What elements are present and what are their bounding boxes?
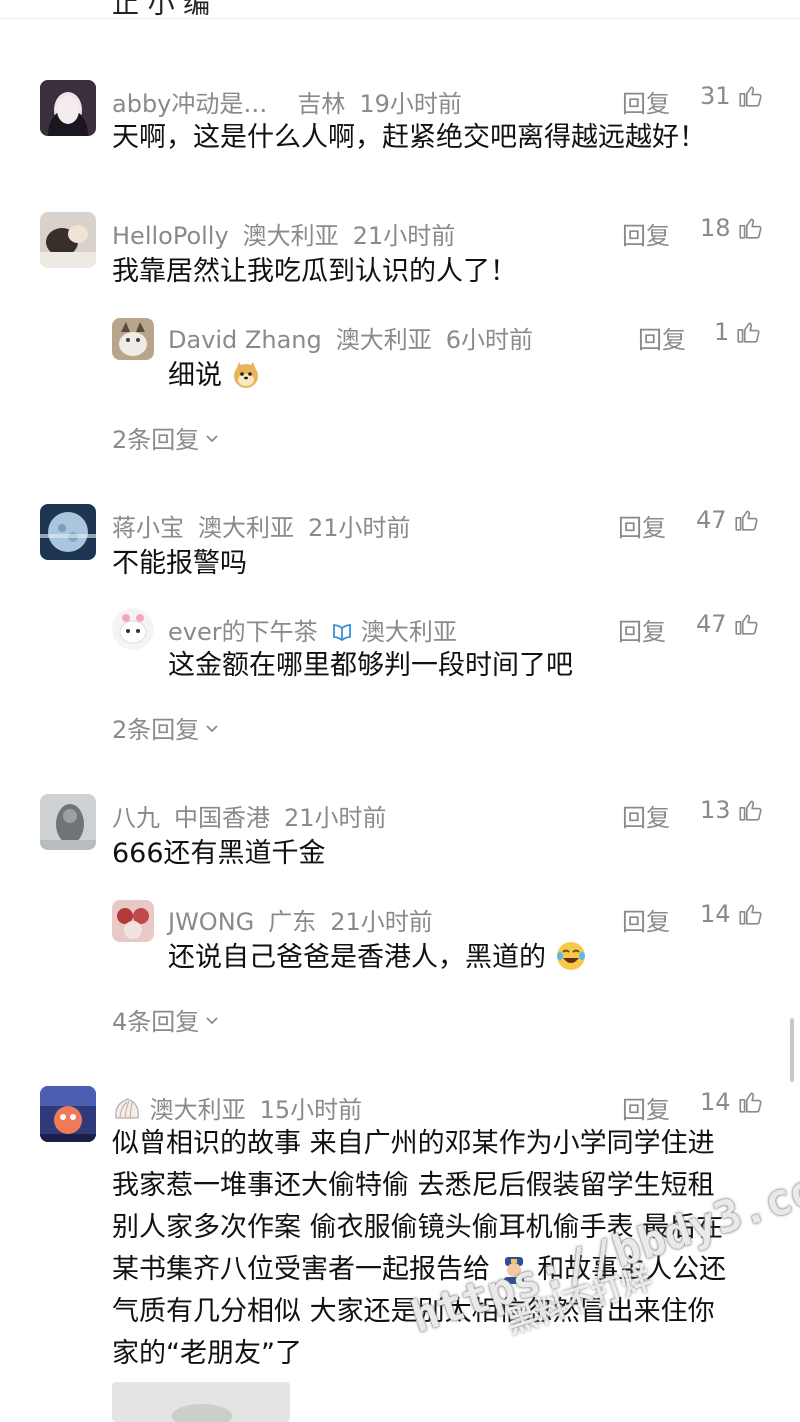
chevron-down-icon: [206, 1016, 218, 1024]
avatar-bajiu[interactable]: [40, 794, 96, 850]
username[interactable]: 八九: [112, 804, 160, 832]
like-button[interactable]: 47: [696, 506, 759, 534]
like-button[interactable]: 18: [700, 214, 763, 242]
like-count: 18: [700, 214, 731, 242]
username[interactable]: HelloPolly: [112, 222, 229, 250]
like-count: 31: [700, 82, 731, 110]
verified-badge-icon: [333, 624, 352, 642]
doge-emoji-icon: [233, 362, 258, 388]
thumbs-up-icon: [734, 614, 758, 635]
expand-replies-label: 2条回复: [112, 426, 200, 454]
reply-button[interactable]: 回复: [622, 216, 670, 251]
comment-meta: HelloPolly 澳大利亚 21小时前: [112, 216, 455, 251]
thumbs-up-icon: [738, 904, 762, 925]
expand-replies-label: 2条回复: [112, 716, 200, 744]
reply-meta: JWONG 广东 21小时前: [168, 902, 433, 937]
like-button[interactable]: 14: [700, 1088, 763, 1116]
location: 中国香港: [174, 804, 270, 832]
username[interactable]: David Zhang: [168, 326, 322, 354]
avatar-ever[interactable]: [112, 608, 154, 650]
like-button[interactable]: 47: [696, 610, 759, 638]
chevron-down-icon: [206, 724, 218, 732]
reply-button[interactable]: 回复: [638, 320, 686, 355]
avatar-hellopolly[interactable]: [40, 212, 96, 268]
avatar-david-zhang[interactable]: [112, 318, 154, 360]
comment-image-thumbnail[interactable]: [112, 1382, 290, 1422]
location: 澳大利亚: [149, 1096, 246, 1124]
scrollbar[interactable]: [790, 1018, 794, 1082]
location: 澳大利亚: [198, 514, 294, 542]
like-button[interactable]: 1: [714, 318, 761, 346]
username[interactable]: JWONG: [168, 908, 254, 936]
reply-button[interactable]: 回复: [622, 84, 670, 119]
timestamp: 21小时前: [330, 908, 433, 936]
reply-meta: ever的下午茶 澳大利亚: [168, 612, 457, 647]
comment-meta: 澳大利亚 15小时前: [112, 1090, 362, 1125]
thumbs-up-icon: [738, 218, 762, 239]
expand-replies-button[interactable]: 4条回复: [112, 1002, 221, 1037]
reply-meta: David Zhang 澳大利亚 6小时前: [168, 320, 533, 355]
thumbs-up-icon: [738, 86, 762, 107]
like-button[interactable]: 31: [700, 82, 763, 110]
reply-button[interactable]: 回复: [622, 1090, 670, 1125]
like-button[interactable]: 14: [700, 900, 763, 928]
timestamp: 19小时前: [359, 90, 462, 118]
avatar-jwong[interactable]: [112, 900, 154, 942]
username[interactable]: abby冲动是…: [112, 90, 267, 118]
comment-text: 天啊，这是什么人啊，赶紧绝交吧离得越远越好！: [112, 122, 706, 153]
comment-line: 家的“老朋友”了: [112, 1338, 302, 1369]
avatar-shell-user[interactable]: [40, 1086, 96, 1142]
thumbs-up-icon: [737, 322, 760, 343]
username[interactable]: 蒋小宝: [112, 514, 184, 542]
reply-button[interactable]: 回复: [618, 508, 666, 543]
reply-text: 细说: [168, 356, 261, 396]
comment-text: 我靠居然让我吃瓜到认识的人了！: [112, 256, 517, 287]
thumbs-up-icon: [738, 800, 762, 821]
reply-button[interactable]: 回复: [618, 612, 666, 647]
location: 澳大利亚: [360, 618, 457, 646]
reply-text-content: 细说: [168, 360, 222, 391]
expand-replies-button[interactable]: 2条回复: [112, 710, 221, 745]
reply-text-content: 还说自己爸爸是香港人，黑道的: [168, 942, 546, 973]
thumbs-up-icon: [738, 1092, 762, 1113]
comment-line: 我家惹一堆事还大偷特偷 去悉尼后假装留学生短租: [112, 1170, 715, 1201]
laughing-tears-emoji-icon: [556, 942, 585, 970]
reply-text: 这金额在哪里都够判一段时间了吧: [168, 650, 573, 681]
chevron-down-icon: [206, 434, 218, 442]
like-count: 1: [714, 318, 730, 346]
like-count: 47: [696, 506, 727, 534]
like-count: 14: [700, 1088, 731, 1116]
avatar-abby[interactable]: [40, 80, 96, 136]
timestamp: 21小时前: [308, 514, 411, 542]
reply-text: 还说自己爸爸是香港人，黑道的: [168, 938, 587, 978]
comment-meta: 八九 中国香港 21小时前: [112, 798, 387, 833]
timestamp: 15小时前: [259, 1096, 363, 1124]
comment-text: 不能报警吗: [112, 548, 247, 579]
username[interactable]: ever的下午茶: [168, 618, 318, 646]
location: 澳大利亚: [242, 222, 339, 250]
like-count: 13: [700, 796, 731, 824]
thumbs-up-icon: [734, 510, 758, 531]
expand-replies-button[interactable]: 2条回复: [112, 420, 221, 455]
location: 广东: [268, 908, 317, 936]
location: 澳大利亚: [335, 326, 432, 354]
seashell-icon: [115, 1098, 139, 1119]
avatar-jiang-xiaobao[interactable]: [40, 504, 96, 560]
timestamp: 6小时前: [445, 326, 534, 354]
like-count: 47: [696, 610, 727, 638]
location: 吉林: [297, 90, 346, 118]
comment-line-part: 某书集齐八位受害者一起报告给: [112, 1254, 490, 1285]
comment-text: 666还有黑道千金: [112, 838, 326, 869]
comment-meta: abby冲动是… 吉林 19小时前: [112, 84, 462, 119]
timestamp: 21小时前: [352, 222, 456, 250]
comment-line: 似曾相识的故事 来自广州的邓某作为小学同学住进: [112, 1128, 715, 1159]
reply-button[interactable]: 回复: [622, 902, 670, 937]
previous-comment-fragment: 止 小 编: [112, 0, 211, 20]
comment-meta: 蒋小宝 澳大利亚 21小时前: [112, 508, 411, 543]
timestamp: 21小时前: [284, 804, 387, 832]
like-button[interactable]: 13: [700, 796, 763, 824]
expand-replies-label: 4条回复: [112, 1008, 200, 1036]
like-count: 14: [700, 900, 731, 928]
reply-button[interactable]: 回复: [622, 798, 670, 833]
